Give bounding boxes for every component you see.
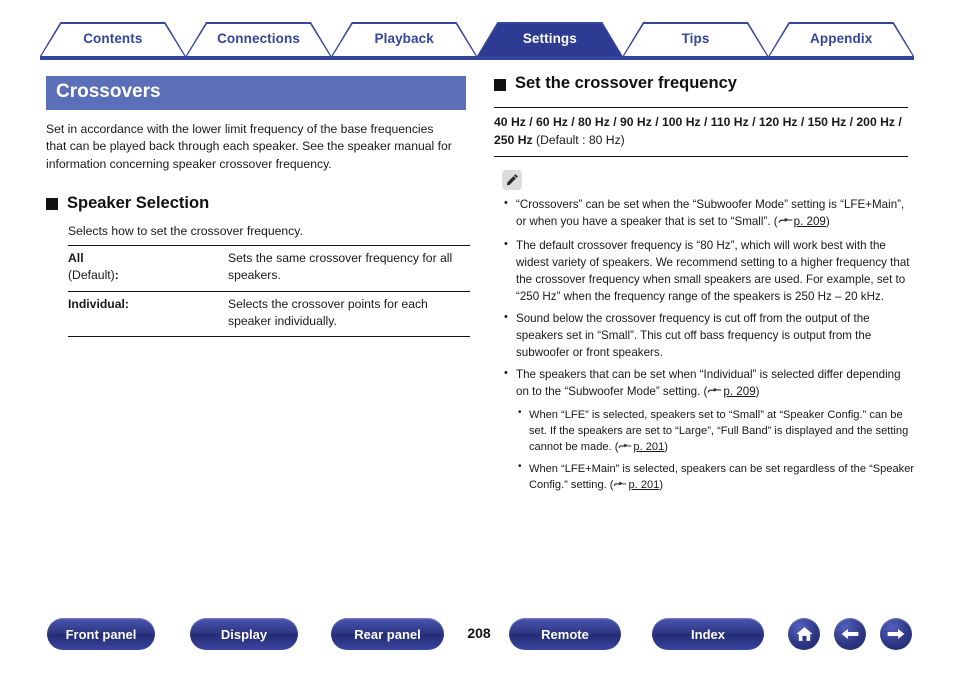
page-reference-text: p. 209 [793,214,826,228]
pointing-hand-icon [618,441,632,457]
tab-label: Appendix [810,30,873,46]
list-item: When “LFE” is selected, speakers set to … [516,406,916,457]
tab-playback[interactable]: Playback [331,22,478,56]
speaker-selection-description: Selects how to set the crossover frequen… [68,223,303,238]
page-reference-text: p. 209 [723,384,756,398]
term-colon: : [114,268,119,283]
pointing-hand-icon [613,479,627,495]
note-list: “Crossovers” can be set when the “Subwoo… [502,195,916,496]
section-title: Set the crossover frequency [515,74,737,92]
index-button[interactable]: Index [652,618,764,650]
note-text: Sound below the crossover frequency is c… [516,311,872,359]
page-reference-link[interactable]: p. 201 [613,479,659,491]
term-default-label: (Default) [68,268,115,283]
arrow-left-icon[interactable] [834,618,866,650]
frequency-values-box: 40 Hz / 60 Hz / 80 Hz / 90 Hz / 100 Hz /… [494,107,908,157]
note-text-after: ) [755,384,760,398]
section-heading-speaker-selection: Speaker Selection [46,194,466,213]
table-cell-term: All (Default): [68,244,228,292]
table-bottom-rule [68,336,470,338]
page-reference-link[interactable]: p. 209 [778,215,826,228]
section-title: Speaker Selection [67,193,210,212]
footer-bar: Front panel Display Rear panel 208 Remot… [0,618,954,660]
tab-connections[interactable]: Connections [185,22,332,56]
tab-appendix[interactable]: Appendix [768,22,915,56]
pencil-icon [502,169,522,190]
display-button[interactable]: Display [190,618,298,650]
list-item: When “LFE+Main” is selected, speakers ca… [516,460,916,495]
page-title: Crossovers [46,76,466,110]
page-reference-link[interactable]: p. 209 [707,384,756,398]
page-intro-text: Set in accordance with the lower limit f… [46,121,452,172]
page-number: 208 [467,625,491,641]
note-text: “Crossovers” can be set when the “Subwoo… [516,197,905,228]
list-item: “Crossovers” can be set when the “Subwoo… [502,195,916,232]
table-cell-term: Individual: [68,290,228,337]
front-panel-button[interactable]: Front panel [47,618,155,650]
tab-label: Settings [522,30,577,46]
note-text: When “LFE+Main” is selected, speakers ca… [529,463,915,492]
table-rule-cell [68,336,228,338]
tab-bar-divider [40,56,914,60]
remote-button[interactable]: Remote [509,618,621,650]
right-column: Set the crossover frequency 40 Hz / 60 H… [494,74,916,500]
speaker-selection-table: All (Default): Sets the same crossover f… [68,244,470,338]
table-cell-definition: Selects the crossover points for each sp… [228,290,470,337]
tab-label: Playback [374,30,434,46]
rear-panel-button[interactable]: Rear panel [331,618,444,650]
tab-label: Connections [217,30,300,46]
table-rule-cell [228,336,470,338]
table-cell-definition: Sets the same crossover frequency for al… [228,244,470,292]
left-column: Crossovers Set in accordance with the lo… [46,76,470,338]
list-item: The speakers that can be set when “Indiv… [502,365,916,495]
list-item: The default crossover frequency is “80 H… [502,236,916,305]
note-block: “Crossovers” can be set when the “Subwoo… [502,195,916,496]
section-heading-crossover-frequency: Set the crossover frequency [494,74,916,93]
arrow-right-icon[interactable] [880,618,912,650]
table-row: Individual: Selects the crossover points… [68,290,470,337]
pointing-hand-icon [778,215,793,232]
page-reference-link[interactable]: p. 201 [618,441,664,453]
tab-tips[interactable]: Tips [622,22,769,56]
tab-settings[interactable]: Settings [477,22,623,56]
note-text-after: ) [659,479,664,492]
black-square-icon [494,78,506,91]
note-text-after: ) [664,441,668,454]
tab-bar: Contents Connections Playback Settings T… [40,22,915,62]
tab-label: Tips [681,30,710,46]
term-label: Individual [68,296,125,311]
frequency-default: (Default : 80 Hz) [532,133,625,148]
note-text-after: ) [825,214,830,228]
home-icon[interactable] [788,618,820,650]
term-colon: : [124,296,129,311]
tab-list: Contents Connections Playback Settings T… [40,22,915,56]
tab-label: Contents [83,30,143,46]
page-reference-text: p. 201 [633,441,665,454]
black-square-icon [46,198,58,211]
note-text: When “LFE” is selected, speakers set to … [529,408,909,454]
note-text: The default crossover frequency is “80 H… [516,238,910,303]
tab-contents[interactable]: Contents [40,22,186,56]
note-sublist: When “LFE” is selected, speakers set to … [516,406,916,495]
page-reference-text: p. 201 [628,479,660,492]
table-row: All (Default): Sets the same crossover f… [68,244,470,292]
term-label: All [68,250,84,265]
list-item: Sound below the crossover frequency is c… [502,309,916,361]
pointing-hand-icon [707,385,722,402]
